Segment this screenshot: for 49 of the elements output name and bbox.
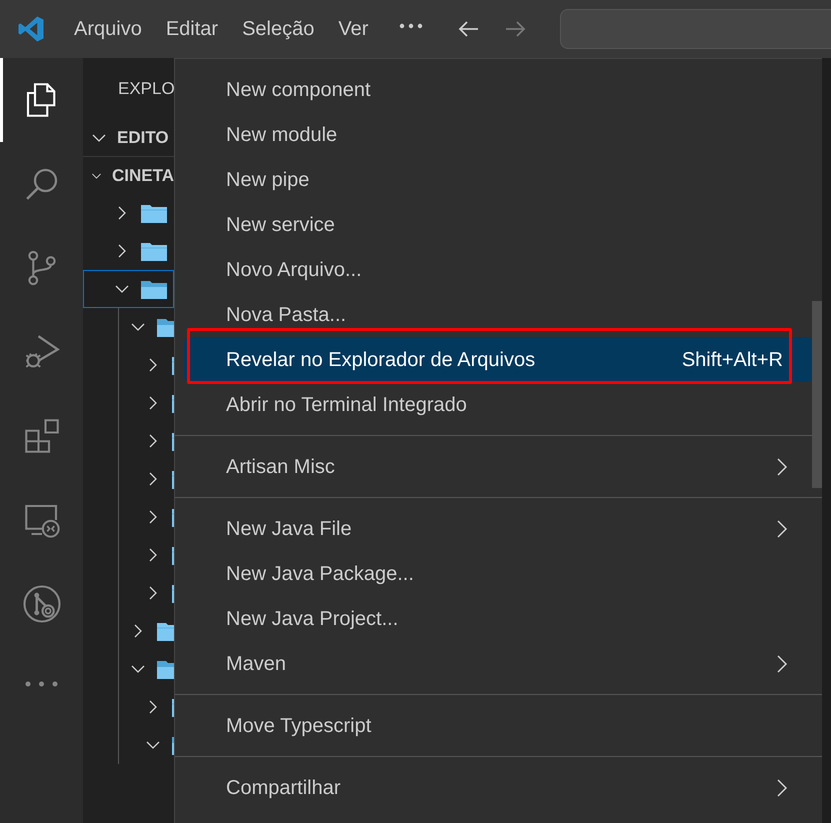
menu-item-label: Artisan Misc [226, 454, 336, 480]
menu-item-label: New Java Package... [226, 562, 415, 586]
menu-item[interactable]: Arquivo [62, 14, 154, 44]
menu-item[interactable]: Artisan Misc [184, 444, 813, 489]
menu-item-label: Novo Arquivo... [226, 258, 363, 282]
folder-icon [140, 202, 168, 224]
menu-item[interactable]: New Java Project... [184, 596, 813, 641]
menu-item[interactable]: Maven [184, 641, 813, 686]
shortcut-label: Shift+Alt+R [682, 348, 783, 372]
menu-item[interactable]: Compartilhar [184, 765, 813, 810]
section-title: CINETA [112, 164, 174, 187]
menu-item-label: Maven [226, 652, 288, 676]
menu-item[interactable]: Ver [326, 14, 380, 44]
menu-item-label: New module [226, 122, 338, 148]
menu-item-label: Nova Pasta... [226, 302, 348, 328]
menu-item[interactable]: Revelar no Explorador de Arquivos Shift+Alt+R [184, 337, 813, 382]
menu-item-label: New Java Project... [226, 606, 400, 632]
menu-item[interactable]: Move Typescript [184, 703, 813, 748]
menu-item[interactable]: New module [184, 112, 813, 157]
menu-item[interactable]: Novo Arquivo... [184, 247, 813, 292]
folder-icon [140, 240, 168, 262]
menu-item-label: Revelar no Explorador de Arquivos [226, 348, 536, 372]
tree-row[interactable] [83, 270, 174, 308]
section-header[interactable]: CINETA [83, 157, 174, 194]
menu-item-label: Compartilhar [226, 776, 342, 800]
menu-item-label: New Java File [226, 516, 353, 542]
sidebar-title: EXPLO [118, 78, 174, 100]
menu-item-label: New service [226, 212, 336, 238]
editor-logo-icon [16, 14, 46, 44]
section-title: EDITO [117, 127, 169, 150]
menu-item[interactable]: Abrir no Terminal Integrado [184, 382, 813, 427]
menu-item[interactable]: New component [184, 67, 813, 112]
menu-item[interactable]: New Java File [184, 506, 813, 551]
menu-item[interactable]: New pipe [184, 157, 813, 202]
folder-icon [140, 278, 168, 300]
menu-item-label: Abrir no Terminal Integrado [226, 392, 468, 418]
menu-item[interactable]: Nova Pasta... [184, 292, 813, 337]
search-field[interactable] [560, 9, 831, 49]
menu-item-label: New pipe [226, 168, 310, 192]
scrollbar-thumb[interactable] [812, 301, 822, 488]
menu-item[interactable]: New Java Package... [184, 551, 813, 596]
more-icon[interactable] [398, 22, 424, 30]
more-icon [25, 681, 58, 687]
menu-item[interactable]: Editar [154, 14, 230, 44]
menu-item[interactable]: New service [184, 202, 813, 247]
menu-item[interactable]: Seleção [230, 14, 326, 44]
menu-item-label: New component [226, 78, 372, 102]
graph-search-icon [20, 583, 62, 625]
menu-item-label: Move Typescript [226, 714, 372, 738]
